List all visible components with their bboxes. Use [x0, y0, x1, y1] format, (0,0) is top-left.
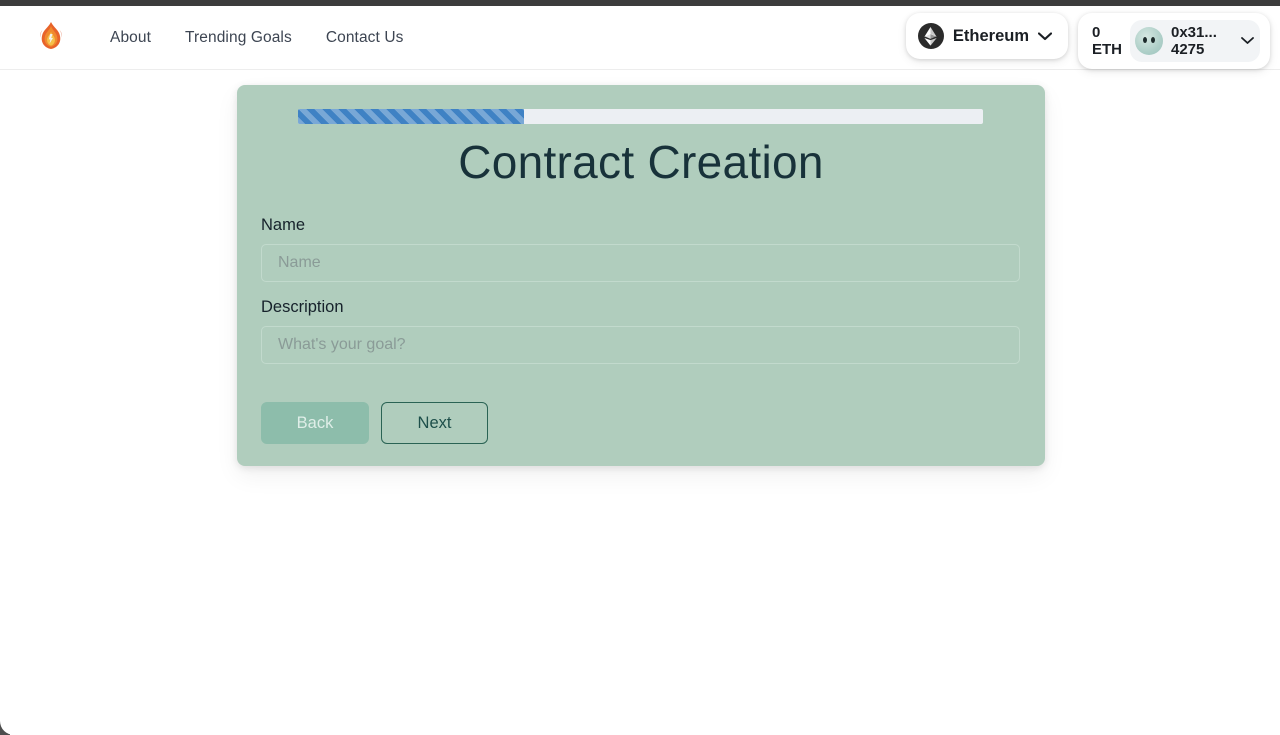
nav-link-about[interactable]: About — [110, 29, 151, 47]
progress-bar-fill — [298, 109, 525, 124]
next-button[interactable]: Next — [381, 402, 488, 444]
flame-logo-icon[interactable] — [30, 17, 72, 59]
nav-link-trending-goals[interactable]: Trending Goals — [185, 29, 292, 47]
wallet-cluster: Ethereum 0 ETH 0x31... 4275 — [905, 13, 1276, 69]
account-button[interactable]: 0 ETH 0x31... 4275 — [1078, 13, 1270, 69]
account-chevron-down-icon — [1241, 34, 1254, 48]
account-address-line2: 4275 — [1171, 41, 1205, 58]
account-address-line1: 0x31... — [1171, 24, 1217, 41]
progress-bar-track — [298, 109, 983, 124]
site-header: About Trending Goals Contact Us Ethereum — [0, 6, 1280, 70]
account-avatar-icon — [1135, 27, 1163, 55]
page-root: About Trending Goals Contact Us Ethereum — [0, 0, 1280, 735]
wallet-balance-unit: ETH — [1092, 41, 1122, 58]
account-address-chip[interactable]: 0x31... 4275 — [1130, 20, 1260, 62]
form-actions: Back Next — [261, 402, 488, 444]
account-address: 0x31... 4275 — [1171, 24, 1231, 58]
primary-nav: About Trending Goals Contact Us — [110, 6, 403, 70]
back-button[interactable]: Back — [261, 402, 369, 444]
contract-creation-card: Contract Creation Name Description Back … — [237, 85, 1045, 466]
nav-link-contact-us[interactable]: Contact Us — [326, 29, 404, 47]
chain-name-label: Ethereum — [952, 26, 1029, 45]
name-field-label: Name — [261, 216, 306, 234]
browser-chrome-corner — [0, 713, 14, 735]
chevron-down-icon — [1037, 30, 1053, 43]
ethereum-icon — [917, 23, 944, 49]
page-title: Contract Creation — [458, 136, 824, 188]
contract-form: Name Description — [261, 216, 1021, 380]
description-input[interactable] — [261, 326, 1020, 364]
chain-selector-button[interactable]: Ethereum — [905, 13, 1068, 59]
name-input[interactable] — [261, 244, 1020, 282]
description-field-label: Description — [261, 298, 344, 316]
wallet-balance-amount: 0 — [1092, 24, 1101, 41]
wallet-balance: 0 ETH — [1092, 24, 1122, 58]
